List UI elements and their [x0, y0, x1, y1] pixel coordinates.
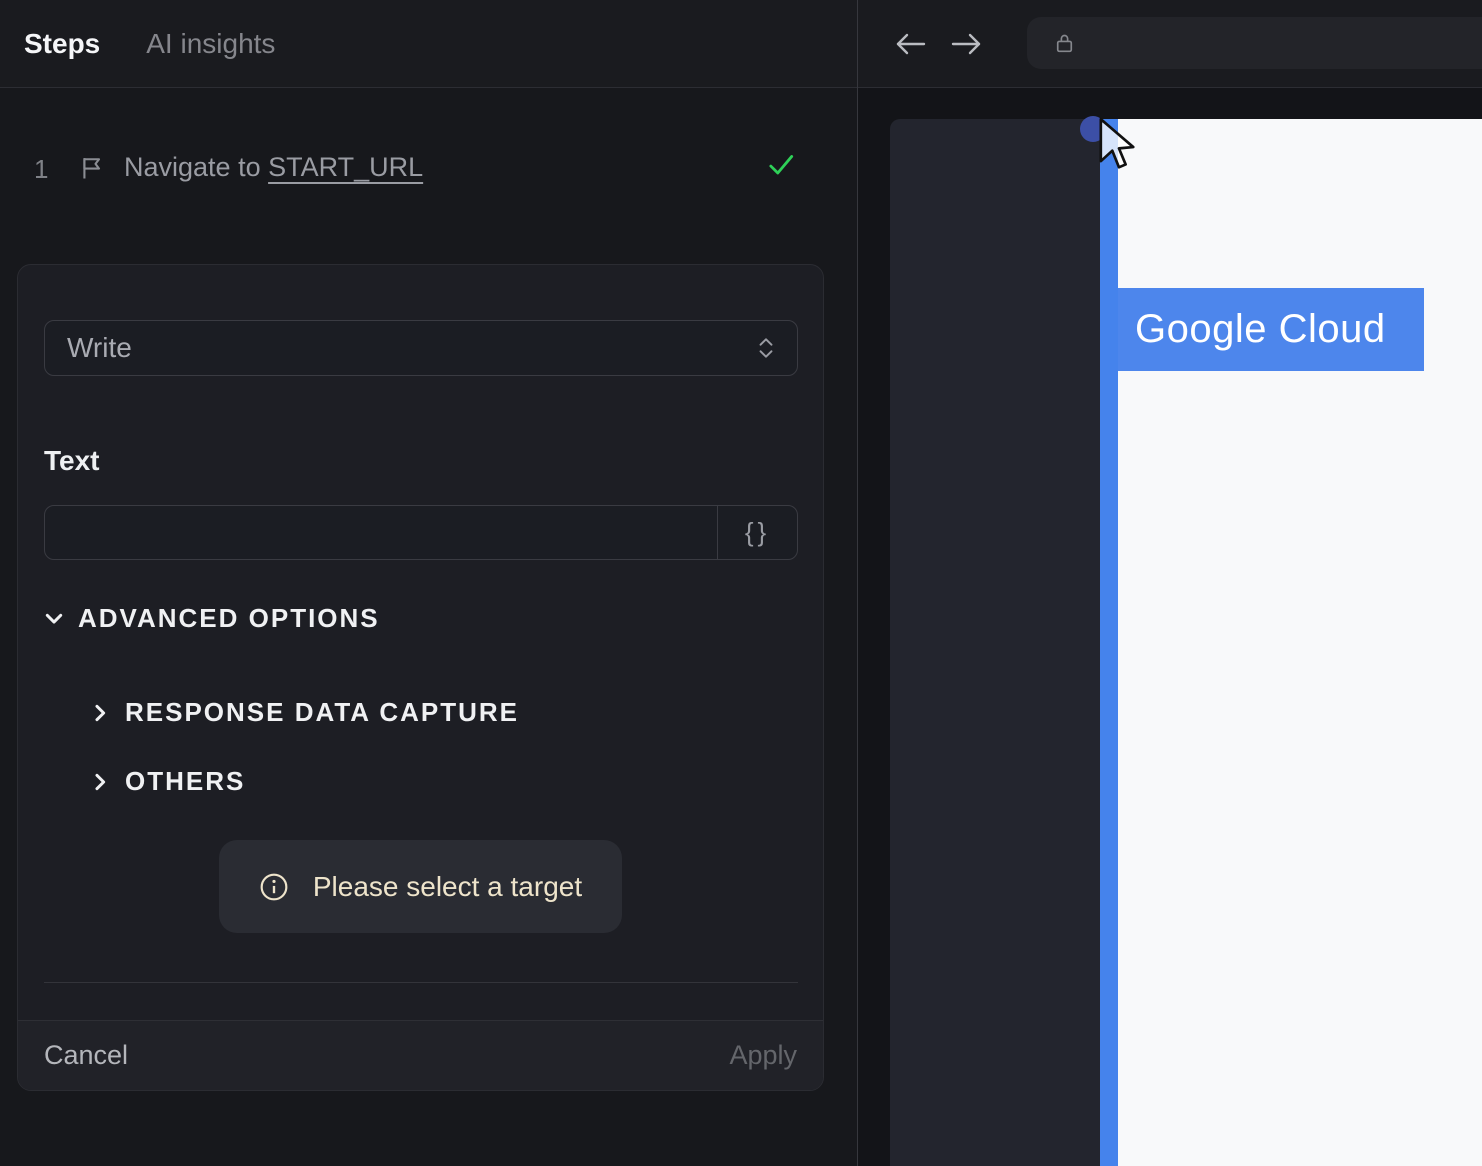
advanced-options-toggle[interactable]: ADVANCED OPTIONS [43, 603, 380, 634]
back-button[interactable] [893, 29, 927, 59]
forward-arrow-icon [950, 33, 984, 62]
response-data-capture-label: RESPONSE DATA CAPTURE [125, 697, 519, 727]
text-input[interactable] [45, 506, 717, 559]
cancel-button[interactable]: Cancel [44, 1040, 128, 1071]
page-content: Google Cloud [1118, 119, 1482, 1166]
card-divider [44, 982, 798, 983]
chevron-right-icon [89, 771, 111, 793]
step-row[interactable]: 1 Navigate to START_URL [0, 146, 857, 190]
step-action-text: Navigate to [124, 152, 269, 182]
page-viewport: Google Cloud [858, 88, 1482, 1166]
steps-panel: Steps AI insights 1 Navigate to START_UR… [0, 0, 857, 1166]
notice-text: Please select a target [312, 870, 583, 902]
step-target-link[interactable]: START_URL [268, 152, 423, 182]
browser-chrome [858, 0, 1482, 88]
others-toggle[interactable]: OTHERS [89, 766, 245, 797]
text-input-group: {} [44, 505, 798, 560]
info-icon [259, 872, 289, 902]
flag-icon [78, 154, 106, 182]
address-bar[interactable] [1027, 17, 1482, 69]
apply-button[interactable]: Apply [729, 1040, 797, 1071]
google-cloud-highlight[interactable]: Google Cloud [1118, 288, 1424, 371]
chevron-updown-icon [757, 336, 775, 360]
left-topbar: Steps AI insights [0, 0, 857, 88]
app-window: Steps AI insights 1 Navigate to START_UR… [0, 0, 1482, 1166]
text-field-label: Text [44, 445, 100, 476]
tab-steps[interactable]: Steps [24, 28, 100, 60]
google-cloud-logo-text: Google Cloud [1135, 307, 1386, 351]
check-icon [766, 150, 796, 180]
lock-icon [1052, 30, 1077, 56]
insert-variable-button[interactable]: {} [717, 506, 797, 559]
browser-preview-panel: Google Cloud [858, 0, 1482, 1166]
advanced-options-label: ADVANCED OPTIONS [78, 603, 380, 633]
card-footer: Cancel Apply [18, 1020, 823, 1090]
action-select-value: Write [67, 332, 132, 363]
select-target-notice: Please select a target [219, 840, 622, 933]
back-arrow-icon [893, 33, 927, 62]
chevron-right-icon [89, 702, 111, 724]
step-editor-card: Write Text {} ADVANCED OPTIONS RESPONSE … [17, 264, 824, 1091]
step-label: Navigate to START_URL [124, 152, 423, 183]
response-data-capture-toggle[interactable]: RESPONSE DATA CAPTURE [89, 697, 519, 728]
action-select[interactable]: Write [44, 320, 798, 376]
highlight-stripe [1100, 119, 1118, 1166]
forward-button[interactable] [950, 29, 984, 59]
tab-ai-insights[interactable]: AI insights [146, 28, 275, 60]
chevron-down-icon [43, 608, 65, 630]
others-label: OTHERS [125, 766, 246, 796]
step-number: 1 [34, 154, 49, 184]
